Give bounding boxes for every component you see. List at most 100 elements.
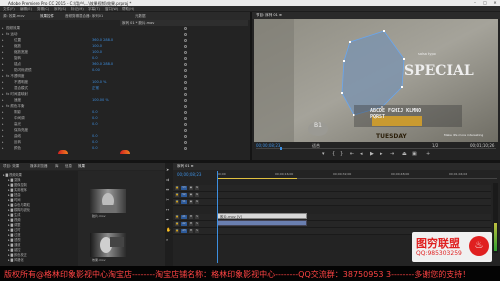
menu-marker[interactable]: 标记(M) xyxy=(71,7,84,12)
ripple-edit-tool-icon[interactable]: ⇹ xyxy=(166,187,169,192)
tab-source[interactable]: 源: 效果.mov xyxy=(3,14,25,19)
keyframe-toggle-icon[interactable] xyxy=(184,140,187,144)
keyframe-toggle-icon[interactable] xyxy=(184,56,187,60)
keyframe-toggle-icon[interactable] xyxy=(184,44,187,48)
keyframe-toggle-icon[interactable] xyxy=(184,74,187,78)
marker-icon[interactable]: ▾ xyxy=(322,151,325,157)
expand-triangle-icon[interactable]: ▸ xyxy=(2,146,4,150)
tab-metadata[interactable]: 元数据 xyxy=(135,14,146,19)
track-row[interactable] xyxy=(173,199,491,206)
expand-triangle-icon[interactable]: ▸ xyxy=(2,116,4,120)
clip-thumbnail[interactable] xyxy=(90,189,126,213)
track-name[interactable]: A3 xyxy=(181,229,187,233)
track-mute-icon[interactable]: M xyxy=(189,229,193,233)
menu-edit[interactable]: 编辑(E) xyxy=(20,7,32,12)
tab-media-browser[interactable]: 媒体浏览器 xyxy=(30,164,48,169)
step-forward-icon[interactable]: ▸ xyxy=(380,151,383,157)
menu-title[interactable]: 字幕(T) xyxy=(88,7,100,12)
program-scrubber[interactable] xyxy=(256,148,496,149)
export-frame-icon[interactable]: ▣ xyxy=(412,151,417,157)
add-button-icon[interactable]: + xyxy=(426,151,430,157)
track-lock-icon[interactable]: 🔒 xyxy=(175,193,179,197)
keyframe-toggle-icon[interactable] xyxy=(184,62,187,66)
menu-window[interactable]: 窗口(W) xyxy=(105,7,118,12)
track-eye-icon[interactable]: ◉ xyxy=(189,193,193,197)
slip-tool-icon[interactable]: ↔ xyxy=(166,207,169,212)
keyframe-toggle-icon[interactable] xyxy=(184,92,187,96)
keyframe-toggle-icon[interactable] xyxy=(184,86,187,90)
tab-libraries[interactable]: 库 xyxy=(55,164,59,169)
expand-triangle-icon[interactable]: ▸ xyxy=(2,128,4,132)
expand-triangle-icon[interactable]: ▸ xyxy=(2,38,4,42)
expand-triangle-icon[interactable]: ▸ xyxy=(2,44,4,48)
step-back-icon[interactable]: ◂ xyxy=(360,151,363,157)
expand-triangle-icon[interactable]: ▸ xyxy=(2,80,4,84)
track-name[interactable]: V3 xyxy=(181,186,187,190)
effect-property-value[interactable]: 正常 xyxy=(92,86,99,91)
hand-tool-icon[interactable]: ✋ xyxy=(166,227,171,232)
keyframe-toggle-icon[interactable] xyxy=(184,146,187,150)
effect-property-value[interactable]: 0.0 xyxy=(92,140,98,144)
effect-property-value[interactable]: 360.0 288.0 xyxy=(92,38,113,42)
track-name[interactable]: A2 xyxy=(181,222,187,226)
tab-effects[interactable]: 效果 xyxy=(78,164,85,169)
effect-property-value[interactable]: 0.0 xyxy=(92,110,98,114)
keyframe-toggle-icon[interactable] xyxy=(184,80,187,84)
keyframe-toggle-icon[interactable] xyxy=(184,122,187,126)
effect-property-value[interactable]: 0.0 xyxy=(92,56,98,60)
keyframe-toggle-icon[interactable] xyxy=(184,128,187,132)
track-name[interactable]: A1 xyxy=(181,215,187,219)
effect-property-value[interactable]: 100.00 % xyxy=(92,98,109,102)
keyframe-toggle-icon[interactable] xyxy=(184,32,187,36)
timeline-clip-audio[interactable] xyxy=(217,220,307,226)
keyframe-toggle-icon[interactable] xyxy=(184,134,187,138)
track-row[interactable] xyxy=(173,185,491,192)
effect-property-value[interactable]: 100.0 % xyxy=(92,80,106,84)
effect-property-value[interactable]: 0.0 xyxy=(92,146,98,150)
track-lock-icon[interactable]: 🔒 xyxy=(175,186,179,190)
video-frame[interactable]: SPECIAL salsa typo ABCDE FGHIJ KLMNO PQR… xyxy=(254,19,498,142)
clip-thumbnail[interactable] xyxy=(90,233,126,257)
keyframe-toggle-icon[interactable] xyxy=(184,104,187,108)
expand-triangle-icon[interactable]: ▸ xyxy=(2,26,4,30)
timeline-title[interactable]: 序列 01 ≡ xyxy=(177,164,194,169)
track-lock-icon[interactable]: 🔒 xyxy=(175,215,179,219)
expand-triangle-icon[interactable]: ▸ xyxy=(2,104,4,108)
effect-property-value[interactable]: 360.0 288.0 xyxy=(92,62,113,66)
keyframe-toggle-icon[interactable] xyxy=(184,50,187,54)
effect-property-value[interactable]: 0.00 xyxy=(92,68,100,72)
go-to-in-icon[interactable]: ⇤ xyxy=(350,151,354,157)
expand-triangle-icon[interactable]: ▸ xyxy=(2,122,4,126)
effect-property-value[interactable]: 0.0 xyxy=(92,122,98,126)
expand-triangle-icon[interactable]: ▸ xyxy=(2,56,4,60)
work-area-bar[interactable] xyxy=(217,178,297,179)
track-sync-icon[interactable]: ⇆ xyxy=(195,186,199,190)
tab-audio-mixer[interactable]: 音频剪辑混合器: 序列01 xyxy=(65,14,103,19)
track-lock-icon[interactable]: 🔒 xyxy=(175,200,179,204)
keyframe-toggle-icon[interactable] xyxy=(184,26,187,30)
out-point-icon[interactable]: } xyxy=(340,151,343,157)
expand-triangle-icon[interactable]: ▸ xyxy=(2,74,4,78)
track-mute-icon[interactable]: M xyxy=(189,215,193,219)
lift-icon[interactable]: ⏏ xyxy=(402,151,407,157)
track-solo-icon[interactable]: S xyxy=(195,215,199,219)
timeline-timecode[interactable]: 00;00;08;23 xyxy=(177,172,201,177)
track-name[interactable]: V2 xyxy=(181,193,187,197)
program-monitor-title[interactable]: 节目: 序列 01 ≡ xyxy=(256,13,282,18)
track-mute-icon[interactable]: M xyxy=(189,222,193,226)
selection-tool-icon[interactable]: ➤ xyxy=(166,167,169,172)
track-lock-icon[interactable]: 🔒 xyxy=(175,229,179,233)
tab-info[interactable]: 信息 xyxy=(65,164,72,169)
menu-clip[interactable]: 剪辑(C) xyxy=(37,7,49,12)
expand-triangle-icon[interactable]: ▸ xyxy=(2,98,4,102)
expand-triangle-icon[interactable]: ▸ xyxy=(2,50,4,54)
track-eye-icon[interactable]: ◉ xyxy=(189,200,193,204)
track-solo-icon[interactable]: S xyxy=(195,222,199,226)
track-solo-icon[interactable]: S xyxy=(195,229,199,233)
play-icon[interactable]: ▶ xyxy=(370,151,374,157)
effect-property-value[interactable]: 100.0 xyxy=(92,44,102,48)
track-lock-icon[interactable]: 🔒 xyxy=(175,222,179,226)
track-select-tool-icon[interactable]: ⇉ xyxy=(166,177,169,182)
expand-triangle-icon[interactable]: ▸ xyxy=(2,86,4,90)
track-sync-icon[interactable]: ⇆ xyxy=(195,200,199,204)
